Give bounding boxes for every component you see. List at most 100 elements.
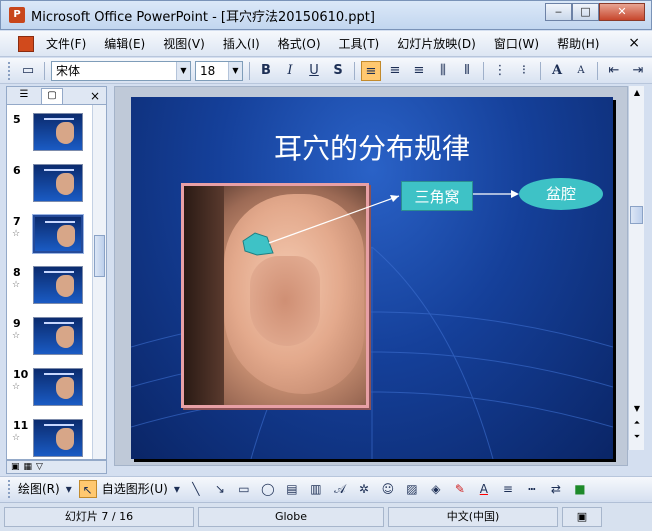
decrease-font-button[interactable]: A [571, 61, 591, 81]
toolbar-separator [249, 61, 250, 80]
menu-item-2[interactable]: 视图(V) [163, 35, 205, 52]
autoshapes-menu[interactable]: 自选图形(U) [102, 480, 168, 497]
decrease-indent-icon[interactable]: ⇤ [604, 61, 624, 81]
columns-icon[interactable]: ⦀ [457, 61, 477, 81]
slide-thumbnail[interactable] [33, 266, 83, 304]
menu-item-1[interactable]: 编辑(E) [104, 35, 145, 52]
scroll-up-icon[interactable]: ▲ [631, 88, 643, 97]
rectangle-icon[interactable]: ▭ [235, 480, 253, 498]
slide-thumbnail-row[interactable]: 11 ☆ [7, 419, 97, 459]
maximize-button[interactable]: □ [572, 3, 599, 21]
slide-thumbnail-row[interactable]: 10 ☆ [7, 368, 97, 414]
triangular-fossa-marker[interactable] [239, 231, 279, 259]
slide-canvas[interactable]: 耳穴的分布规律 三角窝 盆腔 [131, 97, 613, 459]
slide-thumbnail-row[interactable]: 7 ☆ [7, 214, 97, 261]
next-slide-icon[interactable]: ⏷ [631, 432, 643, 442]
arrow-style-icon[interactable]: ⇄ [547, 480, 565, 498]
menu-item-7[interactable]: 窗口(W) [494, 35, 539, 52]
line-style-icon[interactable]: ≡ [499, 480, 517, 498]
sorter-view-icon[interactable]: ▦ [24, 462, 33, 472]
align-center-icon[interactable]: ≡ [385, 61, 405, 81]
fill-color-icon[interactable]: ◈ [427, 480, 445, 498]
diagram-icon[interactable]: ✲ [355, 480, 373, 498]
line-icon[interactable]: ╲ [187, 480, 205, 498]
powerpoint-app-icon[interactable]: P [9, 7, 25, 23]
ear-photo[interactable] [181, 183, 369, 408]
picture-icon[interactable]: ▨ [403, 480, 421, 498]
close-document-button[interactable]: × [628, 35, 640, 51]
slide-thumbnail[interactable] [32, 214, 84, 254]
font-size-combo[interactable]: 18 ▼ [195, 60, 243, 81]
wordart-icon[interactable]: 𝒜 [331, 480, 349, 498]
previous-slide-icon[interactable]: ⏶ [631, 418, 643, 428]
oval-icon[interactable]: ◯ [259, 480, 277, 498]
slide-thumbnail-row[interactable]: 5 [7, 113, 97, 159]
menu-item-4[interactable]: 格式(O) [278, 35, 321, 52]
window-title: Microsoft Office PowerPoint - [耳穴疗法20150… [31, 9, 375, 25]
slideshow-view-icon[interactable]: ▽ [36, 462, 43, 472]
chevron-down-icon[interactable]: ▾ [65, 480, 73, 498]
slide-thumbnail[interactable] [33, 419, 83, 457]
align-right-icon[interactable]: ≡ [409, 61, 429, 81]
chevron-down-icon[interactable]: ▾ [173, 480, 181, 498]
slide-thumbnail-row[interactable]: 9 ☆ [7, 317, 97, 363]
bold-button[interactable]: B [256, 61, 276, 81]
increase-indent-icon[interactable]: ⇥ [628, 61, 648, 81]
shadow-button[interactable]: S [328, 61, 348, 81]
spell-check-icon[interactable]: ▣ [562, 507, 602, 527]
toolbar-grip[interactable] [8, 61, 12, 80]
triangular-fossa-label-box[interactable]: 三角窝 [401, 181, 473, 211]
menu-item-6[interactable]: 幻灯片放映(D) [397, 35, 476, 52]
slide-thumbnail[interactable] [33, 317, 83, 355]
close-window-button[interactable]: ✕ [599, 3, 645, 21]
new-file-icon[interactable]: ▭ [18, 61, 38, 81]
document-icon[interactable] [18, 35, 34, 52]
bullets-icon[interactable]: ⁝ [514, 61, 534, 81]
thumbnail-ear-image [56, 428, 74, 450]
hair-region [184, 186, 224, 405]
chevron-down-icon[interactable]: ▼ [176, 61, 190, 80]
slide-thumbnail[interactable] [33, 113, 83, 151]
toolbar-grip[interactable] [8, 479, 12, 498]
minimize-button[interactable]: ‒ [545, 3, 572, 21]
dash-style-icon[interactable]: ┅ [523, 480, 541, 498]
italic-button[interactable]: I [280, 61, 300, 81]
menu-item-3[interactable]: 插入(I) [223, 35, 260, 52]
chevron-down-icon[interactable]: ▼ [228, 61, 242, 80]
slide-thumbnail[interactable] [33, 368, 83, 406]
clipart-icon[interactable]: ☺ [379, 480, 397, 498]
vertical-textbox-icon[interactable]: ▥ [307, 480, 325, 498]
slides-tab-icon[interactable]: ▢ [41, 88, 63, 104]
arrow-icon[interactable]: ↘ [211, 480, 229, 498]
textbox-icon[interactable]: ▤ [283, 480, 301, 498]
shadow-style-icon[interactable]: ■ [571, 480, 589, 498]
font-color-icon[interactable]: A [475, 480, 493, 498]
scrollbar-thumb[interactable] [630, 206, 643, 224]
slide-number: 7 [13, 215, 21, 228]
numbering-icon[interactable]: ⋮ [490, 61, 510, 81]
draw-menu[interactable]: 绘图(R) [18, 480, 60, 497]
line-color-icon[interactable]: ✎ [451, 480, 469, 498]
slide-number: 6 [13, 164, 21, 177]
slide-thumbnail-row[interactable]: 8 ☆ [7, 266, 97, 312]
underline-button[interactable]: U [304, 61, 324, 81]
slide-position: 幻灯片 7 / 16 [4, 507, 194, 527]
slide-thumbnail-row[interactable]: 6 [7, 164, 97, 210]
increase-font-button[interactable]: A [547, 61, 567, 81]
align-left-icon[interactable]: ≡ [361, 60, 381, 81]
editor-scrollbar[interactable]: ▲ ▼ ⏶ ⏷ [628, 86, 644, 450]
menu-item-8[interactable]: 帮助(H) [557, 35, 599, 52]
scroll-down-icon[interactable]: ▼ [631, 404, 643, 413]
select-pointer-icon[interactable]: ↖ [78, 479, 97, 498]
thumbnail-title-line [44, 373, 74, 375]
distribute-icon[interactable]: ⫼ [433, 61, 453, 81]
pane-close-button[interactable]: × [90, 88, 100, 104]
font-name-combo[interactable]: 宋体 ▼ [51, 60, 191, 81]
pelvic-cavity-oval[interactable]: 盆腔 [519, 178, 603, 210]
outline-tab-icon[interactable]: ☰ [13, 88, 35, 104]
slide-title[interactable]: 耳穴的分布规律 [131, 127, 613, 167]
normal-view-icon[interactable]: ▣ [11, 462, 20, 472]
menu-item-0[interactable]: 文件(F) [46, 35, 86, 52]
slide-thumbnail[interactable] [33, 164, 83, 202]
menu-item-5[interactable]: 工具(T) [339, 35, 380, 52]
